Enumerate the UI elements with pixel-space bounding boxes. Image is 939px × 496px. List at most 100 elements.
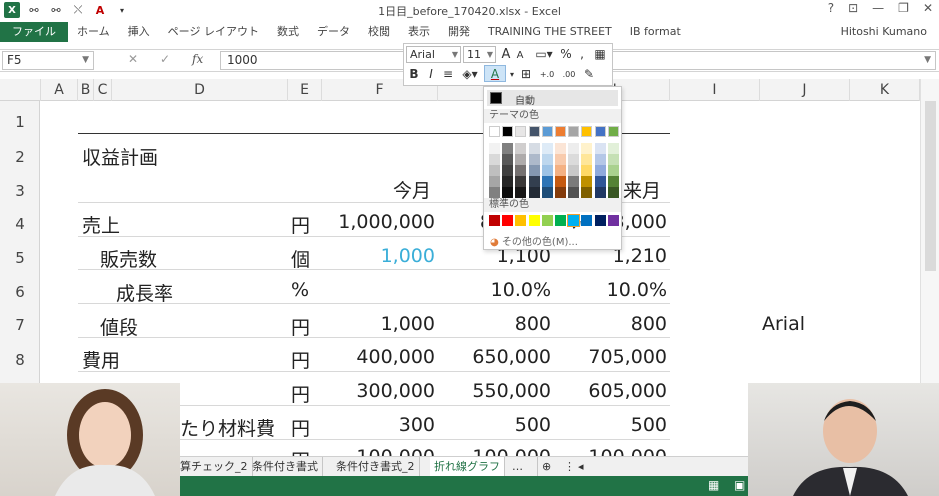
cell-label[interactable]: 販売数 bbox=[100, 245, 157, 272]
theme-shade-swatch[interactable] bbox=[607, 154, 619, 165]
theme-shade-swatch[interactable] bbox=[528, 176, 540, 187]
cell-value-h[interactable]: 705,000 bbox=[555, 346, 667, 368]
theme-shade-swatch[interactable] bbox=[541, 187, 553, 198]
theme-shade-swatch[interactable] bbox=[541, 154, 553, 165]
tab-developer[interactable]: 開発 bbox=[439, 22, 479, 42]
cell-header-next-month[interactable]: 来月 bbox=[623, 176, 661, 203]
accounting-format-icon[interactable]: ▭▾ bbox=[530, 46, 558, 63]
cell-label[interactable]: 成長率 bbox=[116, 279, 173, 306]
theme-shade-swatch[interactable] bbox=[502, 187, 514, 198]
column-header-i[interactable]: I bbox=[670, 79, 760, 101]
minimize-icon[interactable]: — bbox=[872, 1, 884, 15]
name-box[interactable]: F5 ▼ bbox=[2, 51, 94, 70]
theme-color-swatch[interactable] bbox=[502, 126, 514, 137]
cell-unit[interactable]: 円 bbox=[291, 414, 310, 441]
ribbon-display-icon[interactable]: ⊡ bbox=[848, 1, 858, 15]
theme-shade-swatch[interactable] bbox=[607, 165, 619, 176]
cell-value-h[interactable]: 10.0% bbox=[555, 279, 667, 301]
column-header-e[interactable]: E bbox=[288, 79, 322, 101]
theme-color-swatch[interactable] bbox=[607, 126, 619, 137]
sheet-tab[interactable]: 条件付き書式 bbox=[248, 457, 323, 476]
theme-shade-swatch[interactable] bbox=[555, 143, 566, 154]
more-colors-option[interactable]: ◕ その他の色(M)... bbox=[490, 233, 578, 248]
automatic-color-option[interactable]: 自動 bbox=[487, 90, 618, 107]
theme-shade-swatch[interactable] bbox=[515, 154, 527, 165]
theme-shade-swatch[interactable] bbox=[568, 176, 580, 187]
cell-unit[interactable]: % bbox=[291, 279, 309, 301]
cell-value-g[interactable]: 10.0% bbox=[439, 279, 551, 301]
theme-shade-swatch[interactable] bbox=[581, 187, 593, 198]
bold-button[interactable]: B bbox=[407, 66, 421, 83]
theme-shade-swatch[interactable] bbox=[515, 176, 527, 187]
cell-value-g[interactable]: 650,000 bbox=[439, 346, 551, 368]
insert-function-icon[interactable]: fx bbox=[192, 52, 203, 66]
cell-unit[interactable]: 円 bbox=[291, 346, 310, 373]
cell-label[interactable]: 値段 bbox=[100, 313, 138, 340]
theme-color-swatch[interactable] bbox=[555, 126, 566, 137]
percent-style-button[interactable]: % bbox=[559, 46, 573, 63]
theme-shade-swatch[interactable] bbox=[502, 165, 514, 176]
theme-shade-swatch[interactable] bbox=[594, 176, 606, 187]
cell-value-h[interactable]: 605,000 bbox=[555, 380, 667, 402]
theme-color-swatch[interactable] bbox=[594, 126, 606, 137]
theme-shade-swatch[interactable] bbox=[555, 165, 566, 176]
sheet-tab[interactable]: 条件付き書式_2 bbox=[332, 457, 420, 476]
sheet-tab-active[interactable]: 折れ線グラフ bbox=[430, 457, 505, 476]
comma-style-button[interactable]: , bbox=[575, 46, 589, 63]
cell-title[interactable]: 収益計画 bbox=[82, 143, 158, 170]
theme-shade-swatch[interactable] bbox=[528, 165, 540, 176]
column-header-a[interactable]: A bbox=[41, 79, 78, 101]
close-icon[interactable]: ✕ bbox=[923, 1, 933, 15]
theme-shade-swatch[interactable] bbox=[568, 154, 580, 165]
tab-page-layout[interactable]: ページ レイアウト bbox=[159, 22, 268, 42]
cell-unit[interactable]: 円 bbox=[291, 211, 310, 238]
theme-shade-swatch[interactable] bbox=[568, 187, 580, 198]
increase-font-size-button[interactable]: A bbox=[499, 46, 513, 63]
user-name[interactable]: Hitoshi Kumano bbox=[841, 22, 927, 42]
theme-shade-swatch[interactable] bbox=[489, 176, 500, 187]
standard-color-swatch[interactable] bbox=[528, 215, 540, 226]
column-header-d[interactable]: D bbox=[112, 79, 288, 101]
tab-data[interactable]: データ bbox=[308, 22, 359, 42]
tab-training-the-street[interactable]: TRAINING THE STREET bbox=[479, 22, 621, 42]
theme-shade-swatch[interactable] bbox=[581, 176, 593, 187]
standard-color-swatch[interactable] bbox=[555, 215, 566, 226]
row-header-3[interactable]: 3 bbox=[0, 182, 40, 200]
theme-shade-swatch[interactable] bbox=[568, 143, 580, 154]
cancel-icon[interactable]: ✕ bbox=[128, 52, 138, 66]
theme-shade-swatch[interactable] bbox=[528, 154, 540, 165]
normal-view-icon[interactable]: ▦ bbox=[708, 478, 719, 492]
sheet-tab-overflow[interactable]: … bbox=[508, 457, 538, 476]
theme-shade-swatch[interactable] bbox=[568, 165, 580, 176]
theme-shade-swatch[interactable] bbox=[502, 176, 514, 187]
theme-shade-swatch[interactable] bbox=[515, 143, 527, 154]
decrease-font-size-button[interactable]: A bbox=[514, 47, 526, 64]
tab-insert[interactable]: 挿入 bbox=[119, 22, 159, 42]
cell-value-h[interactable]: 500 bbox=[555, 414, 667, 436]
theme-shade-swatch[interactable] bbox=[594, 165, 606, 176]
theme-shade-swatch[interactable] bbox=[581, 143, 593, 154]
font-color-button[interactable]: A bbox=[484, 65, 506, 82]
column-header-k[interactable]: K bbox=[850, 79, 920, 101]
theme-shade-swatch[interactable] bbox=[528, 187, 540, 198]
theme-color-swatch[interactable] bbox=[568, 126, 580, 137]
theme-shade-swatch[interactable] bbox=[489, 154, 500, 165]
row-header-1[interactable]: 1 bbox=[0, 113, 40, 131]
theme-shade-swatch[interactable] bbox=[502, 143, 514, 154]
tab-scroll-icon[interactable]: ⋮ bbox=[560, 457, 575, 476]
theme-shade-swatch[interactable] bbox=[555, 187, 566, 198]
theme-shade-swatch[interactable] bbox=[594, 187, 606, 198]
cell-label[interactable]: 売上 bbox=[82, 211, 120, 238]
row-header-5[interactable]: 5 bbox=[0, 249, 40, 267]
theme-shade-swatch[interactable] bbox=[489, 187, 500, 198]
tab-file[interactable]: ファイル bbox=[0, 22, 68, 42]
theme-shade-swatch[interactable] bbox=[607, 187, 619, 198]
cell-value-g[interactable]: 500 bbox=[439, 414, 551, 436]
format-painter-icon[interactable]: ✎ bbox=[581, 66, 597, 83]
cell-label[interactable]: 費用 bbox=[82, 346, 120, 373]
align-center-icon[interactable]: ≡ bbox=[441, 66, 455, 83]
cell-value-g[interactable]: 800 bbox=[439, 313, 551, 335]
theme-color-swatch[interactable] bbox=[528, 126, 540, 137]
tab-formulas[interactable]: 数式 bbox=[268, 22, 308, 42]
standard-color-swatch[interactable] bbox=[567, 214, 581, 227]
